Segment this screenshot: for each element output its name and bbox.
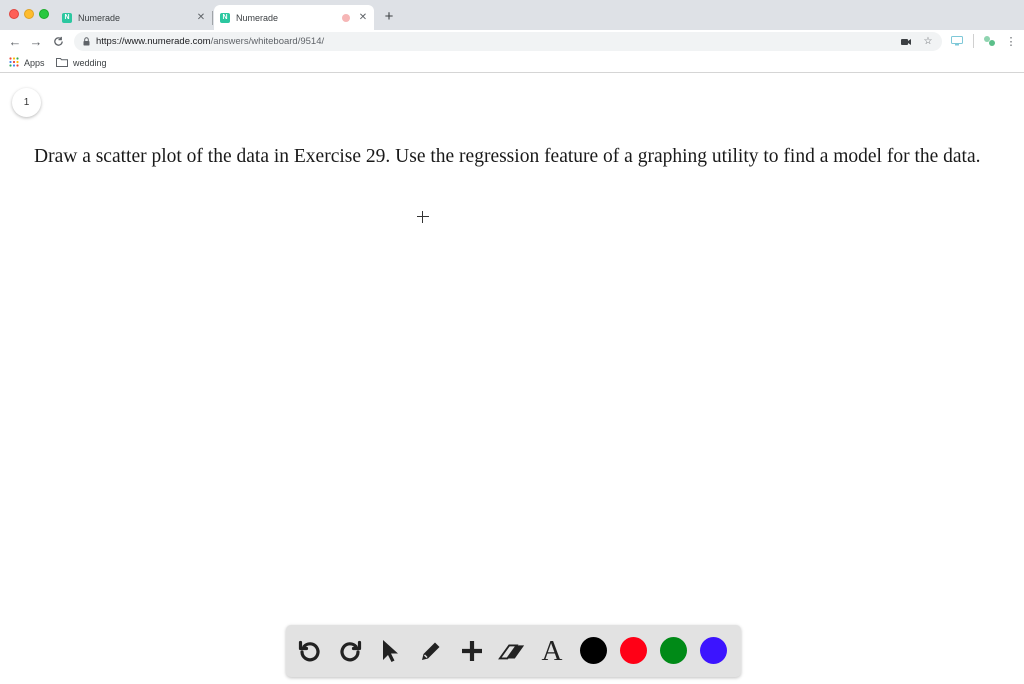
bookmarks-bar: Apps wedding: [0, 52, 1024, 73]
tab-close-icon[interactable]: ✕: [194, 11, 208, 25]
eraser-icon[interactable]: [498, 637, 526, 665]
plus-icon[interactable]: +: [380, 7, 398, 25]
recording-indicator-icon: [342, 13, 350, 22]
page-number-badge[interactable]: 1: [12, 88, 41, 117]
numerade-favicon-icon: N: [220, 12, 230, 23]
pencil-icon[interactable]: [417, 637, 445, 665]
numerade-favicon-icon: N: [62, 12, 72, 23]
crosshair-cursor-icon: [417, 211, 429, 223]
bookmark-star-icon[interactable]: ☆: [922, 36, 934, 48]
apps-grid-icon: [9, 56, 19, 69]
extension-icon[interactable]: [982, 34, 996, 48]
folder-icon: [56, 57, 68, 69]
window-zoom-button[interactable]: [39, 9, 49, 19]
camera-icon[interactable]: [900, 36, 912, 48]
bookmark-label: wedding: [73, 57, 107, 68]
browser-tab-1[interactable]: N Numerade ✕: [56, 5, 212, 30]
bookmark-apps[interactable]: Apps: [9, 55, 45, 70]
address-bar[interactable]: https://www.numerade.com/answers/whitebo…: [74, 32, 942, 51]
plus-icon[interactable]: [458, 637, 486, 665]
tab-bar: N Numerade ✕ N Numerade ✕ +: [0, 0, 1024, 30]
text-icon[interactable]: A: [538, 637, 566, 666]
window-close-button[interactable]: [9, 9, 19, 19]
window-minimize-button[interactable]: [24, 9, 34, 19]
url-path: /answers/whiteboard/9514/: [210, 36, 325, 47]
color-swatch-blue[interactable]: [700, 637, 727, 664]
tab-title: Numerade: [236, 12, 279, 23]
cast-icon[interactable]: [950, 34, 964, 48]
bookmark-wedding[interactable]: wedding: [56, 55, 107, 70]
color-swatch-black[interactable]: [580, 637, 607, 664]
menu-kebab-icon[interactable]: ⋮: [1004, 34, 1018, 48]
tab-title: Numerade: [78, 12, 121, 23]
lock-icon: [82, 37, 90, 46]
browser-toolbar: ← → https://www.numerade.com/answers/whi…: [0, 30, 1024, 52]
url-host: https://www.numerade.com: [96, 36, 211, 47]
select-pointer-icon[interactable]: [376, 637, 404, 665]
question-text: Draw a scatter plot of the data in Exerc…: [34, 146, 981, 167]
color-swatch-red[interactable]: [620, 637, 647, 664]
drawing-toolbar: A: [286, 625, 741, 677]
tab-divider: [212, 11, 213, 25]
forward-arrow-icon[interactable]: →: [27, 32, 45, 50]
redo-icon[interactable]: [336, 637, 364, 665]
color-swatch-green[interactable]: [660, 637, 687, 664]
reload-icon[interactable]: [49, 32, 67, 50]
back-arrow-icon[interactable]: ←: [6, 32, 24, 50]
toolbar-divider: [973, 34, 974, 48]
bookmark-label: Apps: [24, 57, 45, 68]
tab-close-icon[interactable]: ✕: [356, 11, 370, 25]
browser-tab-2-active[interactable]: N Numerade ✕: [214, 5, 374, 30]
undo-icon[interactable]: [296, 637, 324, 665]
